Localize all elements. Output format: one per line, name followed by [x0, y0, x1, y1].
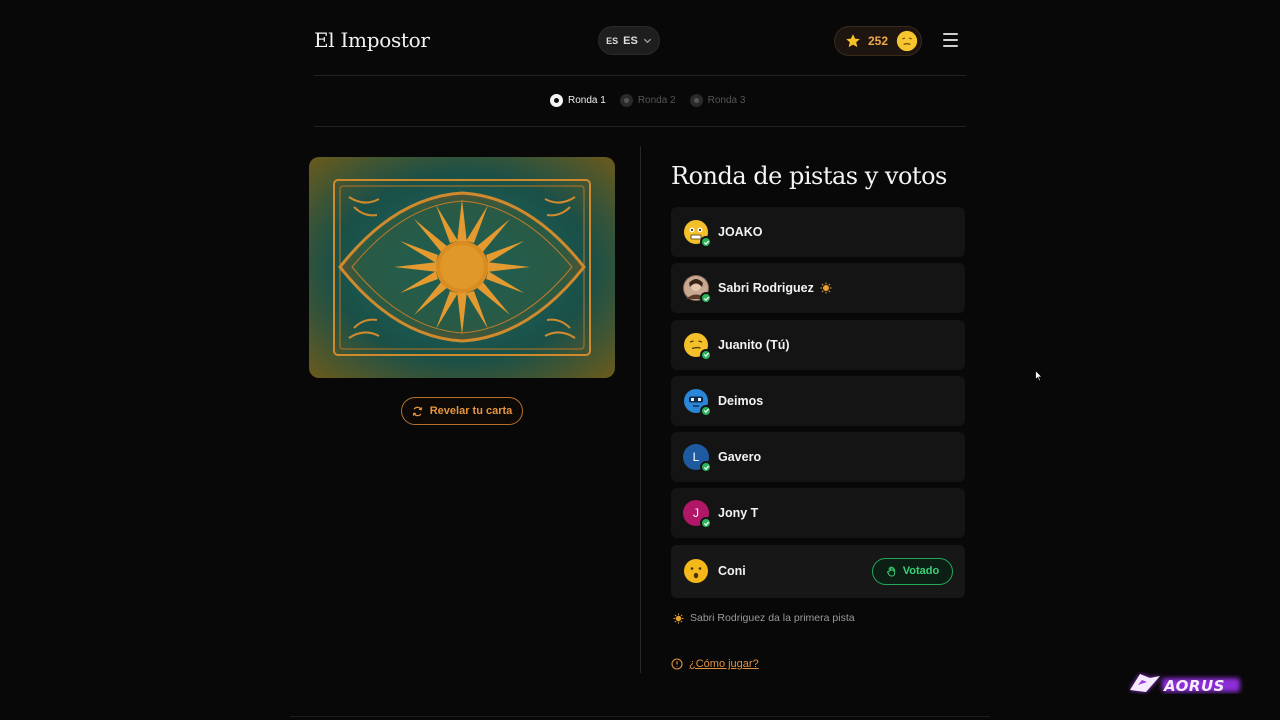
avatar [683, 558, 709, 584]
vertical-divider [640, 146, 641, 673]
avatar [683, 388, 712, 417]
first-clue-hint: Sabri Rodriguez da la primera pista [673, 612, 855, 624]
voted-badge: Votado [872, 557, 953, 585]
player-row[interactable]: Deimos [671, 375, 965, 426]
hand-icon [886, 566, 895, 577]
avatar: J [683, 500, 712, 530]
language-code: ES [623, 34, 638, 47]
sun-icon [673, 612, 684, 624]
aorus-watermark-logo: AORUS [1130, 674, 1240, 695]
page-title: Ronda de pistas y votos [671, 162, 947, 190]
reveal-card-button[interactable]: Revelar tu carta [401, 397, 523, 425]
round-dot-icon [619, 94, 633, 107]
card-back-image [309, 157, 615, 378]
player-row[interactable]: JOAKO [671, 207, 965, 257]
footer-divider [290, 716, 990, 717]
mouse-cursor-icon [1035, 370, 1043, 382]
round-dot-icon [689, 94, 703, 107]
chevron-down-icon [643, 38, 651, 44]
check-icon [700, 404, 712, 417]
how-to-play-link[interactable]: ¿Cómo jugar? [671, 658, 759, 670]
check-icon [700, 517, 712, 530]
header-divider [314, 75, 966, 76]
top-bar: El Impostor ES ES 252 [314, 22, 966, 60]
check-icon [700, 236, 712, 248]
avatar: L [683, 444, 712, 474]
avatar-initial: L [692, 450, 700, 465]
player-row[interactable]: Sabri Rodriguez [671, 263, 965, 314]
svg-text:AORUS: AORUS [1163, 677, 1225, 695]
player-name: Jony T [718, 506, 759, 521]
avatar [683, 275, 712, 305]
avatar [683, 219, 712, 248]
app-logo[interactable]: El Impostor [314, 28, 430, 52]
star-icon [846, 34, 860, 48]
round-indicator: Ronda 1 Ronda 2 Ronda 3 [550, 94, 745, 107]
player-row[interactable]: Juanito (Tú) [671, 319, 965, 370]
round-step-2: Ronda 2 [619, 94, 676, 107]
hint-text: Sabri Rodriguez da la primera pista [690, 612, 855, 624]
menu-icon[interactable] [943, 33, 958, 47]
info-icon [671, 658, 683, 670]
surprised-face-icon [684, 559, 708, 584]
player-name: Deimos [718, 393, 764, 408]
player-name: Juanito (Tú) [718, 337, 790, 352]
user-avatar-icon [896, 30, 918, 52]
avatar-initial: J [693, 506, 699, 521]
round-step-3: Ronda 3 [689, 94, 745, 107]
avatar [683, 332, 712, 361]
player-name: Gavero [718, 450, 762, 465]
round-step-1: Ronda 1 [550, 94, 606, 107]
score-value: 252 [868, 34, 889, 48]
sun-icon [820, 282, 832, 294]
flag-icon: ES [606, 35, 619, 46]
check-icon [700, 461, 712, 474]
player-name: Sabri Rodriguez [718, 281, 814, 296]
check-icon [700, 292, 712, 305]
round-dot-icon [550, 94, 563, 107]
player-row[interactable]: L Gavero [671, 432, 965, 483]
voted-label: Votado [902, 565, 940, 578]
language-selector[interactable]: ES ES [598, 26, 660, 55]
player-list: JOAKO Sabri Rodriguez Juanito (Tú) Deimo… [671, 207, 965, 604]
player-row[interactable]: Coni Votado [671, 544, 965, 598]
player-row[interactable]: J Jony T [671, 488, 965, 539]
player-name: JOAKO [718, 225, 763, 239]
player-name: Coni [718, 564, 746, 579]
refresh-icon [412, 406, 422, 416]
check-icon [700, 348, 712, 361]
rounds-divider [314, 126, 966, 127]
score-badge[interactable]: 252 [834, 26, 922, 56]
